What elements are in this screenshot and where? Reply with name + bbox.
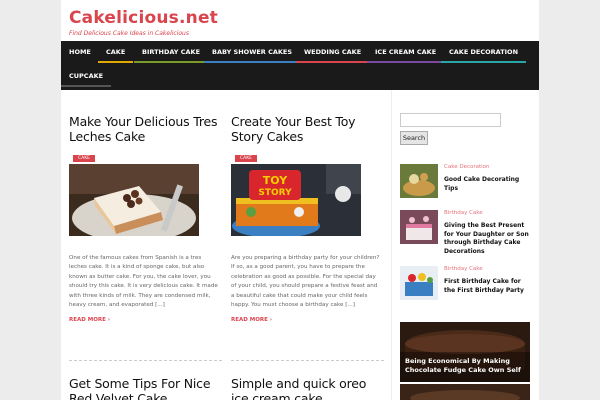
- nav-label: BIRTHDAY CAKE: [142, 48, 201, 56]
- main-content: Make Your Delicious Tres Leches Cake CAK…: [61, 90, 539, 400]
- sidebar-post-item[interactable]: Birthday Cake Giving the Best Present fo…: [400, 210, 530, 255]
- nav-label: CAKE: [106, 48, 126, 56]
- post-title[interactable]: Make Your Delicious Tres Leches Cake: [69, 114, 224, 144]
- post-card: Make Your Delicious Tres Leches Cake CAK…: [69, 114, 224, 163]
- post-title[interactable]: Get Some Tips For Nice Red Velvet Cake: [69, 376, 224, 400]
- featured-post-title[interactable]: Being Economical By Making Chocolate Fud…: [405, 357, 525, 375]
- nav-item-birthday-cake[interactable]: BIRTHDAY CAKE: [134, 41, 209, 63]
- read-more-label: READ MORE: [231, 317, 268, 323]
- sidebar-post-category[interactable]: Birthday Cake: [444, 266, 483, 272]
- nav-color-bar: [98, 61, 134, 63]
- sidebar-post-item[interactable]: Cake Decoration Good Cake Decorating Tip…: [400, 164, 530, 204]
- divider: [69, 360, 222, 361]
- read-more-link[interactable]: READ MORE ›: [69, 317, 110, 323]
- sidebar: Search Cake Decoration Good Cake Decorat…: [391, 90, 539, 400]
- post-thumbnail[interactable]: TOY STORY: [231, 164, 361, 236]
- nav-item-cupcake[interactable]: CUPCAKE: [61, 65, 112, 87]
- featured-post-secondary[interactable]: [400, 384, 530, 400]
- post-card: Get Some Tips For Nice Red Velvet Cake: [69, 376, 224, 400]
- site-header: Cakelicious.net Find Delicious Cake Idea…: [61, 0, 539, 41]
- nav-label: CAKE DECORATION: [449, 48, 519, 56]
- cake-decoration-image: [400, 164, 438, 198]
- sidebar-post-thumbnail: [400, 164, 438, 198]
- nav-item-ice-cream-cake[interactable]: ICE CREAM CAKE: [367, 41, 445, 63]
- sidebar-post-title[interactable]: Good Cake Decorating Tips: [444, 176, 532, 193]
- search-input[interactable]: [400, 113, 501, 127]
- category-badge[interactable]: CAKE: [235, 155, 258, 162]
- post-excerpt: One of the famous cakes from Spanish is …: [69, 255, 218, 309]
- svg-text:STORY: STORY: [258, 188, 292, 198]
- tres-leches-image: [69, 164, 199, 236]
- sidebar-post-title[interactable]: Giving the Best Present for Your Daughte…: [444, 222, 532, 256]
- main-nav: HOME CAKE BIRTHDAY CAKE BABY SHOWER CAKE…: [61, 41, 539, 90]
- featured-post[interactable]: Being Economical By Making Chocolate Fud…: [400, 322, 530, 382]
- nav-color-bar: [61, 85, 112, 87]
- nav-item-wedding-cake[interactable]: WEDDING CAKE: [296, 41, 370, 63]
- nav-item-cake[interactable]: CAKE: [98, 41, 134, 63]
- site-title[interactable]: Cakelicious.net: [69, 8, 539, 28]
- sidebar-post-item[interactable]: Birthday Cake First Birthday Cake for th…: [400, 266, 530, 306]
- page: Cakelicious.net Find Delicious Cake Idea…: [61, 0, 539, 400]
- post-title[interactable]: Simple and quick oreo ice cream cake: [231, 376, 386, 400]
- nav-color-bar: [441, 61, 527, 63]
- sidebar-post-category[interactable]: Cake Decoration: [444, 164, 490, 170]
- nav-color-bar: [134, 61, 209, 63]
- read-more-link[interactable]: READ MORE ›: [231, 317, 272, 323]
- nav-item-cake-decoration[interactable]: CAKE DECORATION: [441, 41, 527, 63]
- nav-color-bar: [204, 61, 301, 63]
- toy-story-cake-image: TOY STORY: [231, 164, 361, 236]
- chocolate-cake-image: [400, 384, 530, 400]
- nav-item-home[interactable]: HOME: [61, 41, 99, 63]
- nav-label: HOME: [69, 48, 91, 56]
- nav-item-baby-shower-cakes[interactable]: BABY SHOWER CAKES: [204, 41, 301, 63]
- chevron-right-icon: ›: [269, 317, 273, 323]
- sidebar-post-thumbnail: [400, 266, 438, 300]
- read-more-label: READ MORE: [69, 317, 106, 323]
- nav-color-bar: [296, 61, 370, 63]
- first-birthday-cake-image: [400, 266, 438, 300]
- nav-label: BABY SHOWER CAKES: [212, 48, 293, 56]
- post-card: Simple and quick oreo ice cream cake: [231, 376, 386, 400]
- nav-label: WEDDING CAKE: [304, 48, 362, 56]
- sidebar-post-thumbnail: [400, 210, 438, 244]
- divider: [231, 360, 384, 361]
- nav-label: ICE CREAM CAKE: [375, 48, 437, 56]
- search-button[interactable]: Search: [400, 131, 428, 145]
- chevron-right-icon: ›: [107, 317, 111, 323]
- post-card: Create Your Best Toy Story Cakes CAKE: [231, 114, 386, 163]
- site-tagline: Find Delicious Cake Ideas in Cakelicious: [69, 30, 189, 37]
- nav-color-bar: [367, 61, 445, 63]
- category-badge[interactable]: CAKE: [73, 155, 96, 162]
- post-excerpt: Are you preparing a birthday party for y…: [231, 255, 380, 309]
- svg-text:TOY: TOY: [263, 174, 288, 187]
- post-title[interactable]: Create Your Best Toy Story Cakes: [231, 114, 386, 144]
- birthday-cake-image: [400, 210, 438, 244]
- sidebar-post-category[interactable]: Birthday Cake: [444, 210, 483, 216]
- sidebar-post-title[interactable]: First Birthday Cake for the First Birthd…: [444, 278, 532, 295]
- nav-label: CUPCAKE: [69, 72, 104, 80]
- post-thumbnail[interactable]: [69, 164, 199, 236]
